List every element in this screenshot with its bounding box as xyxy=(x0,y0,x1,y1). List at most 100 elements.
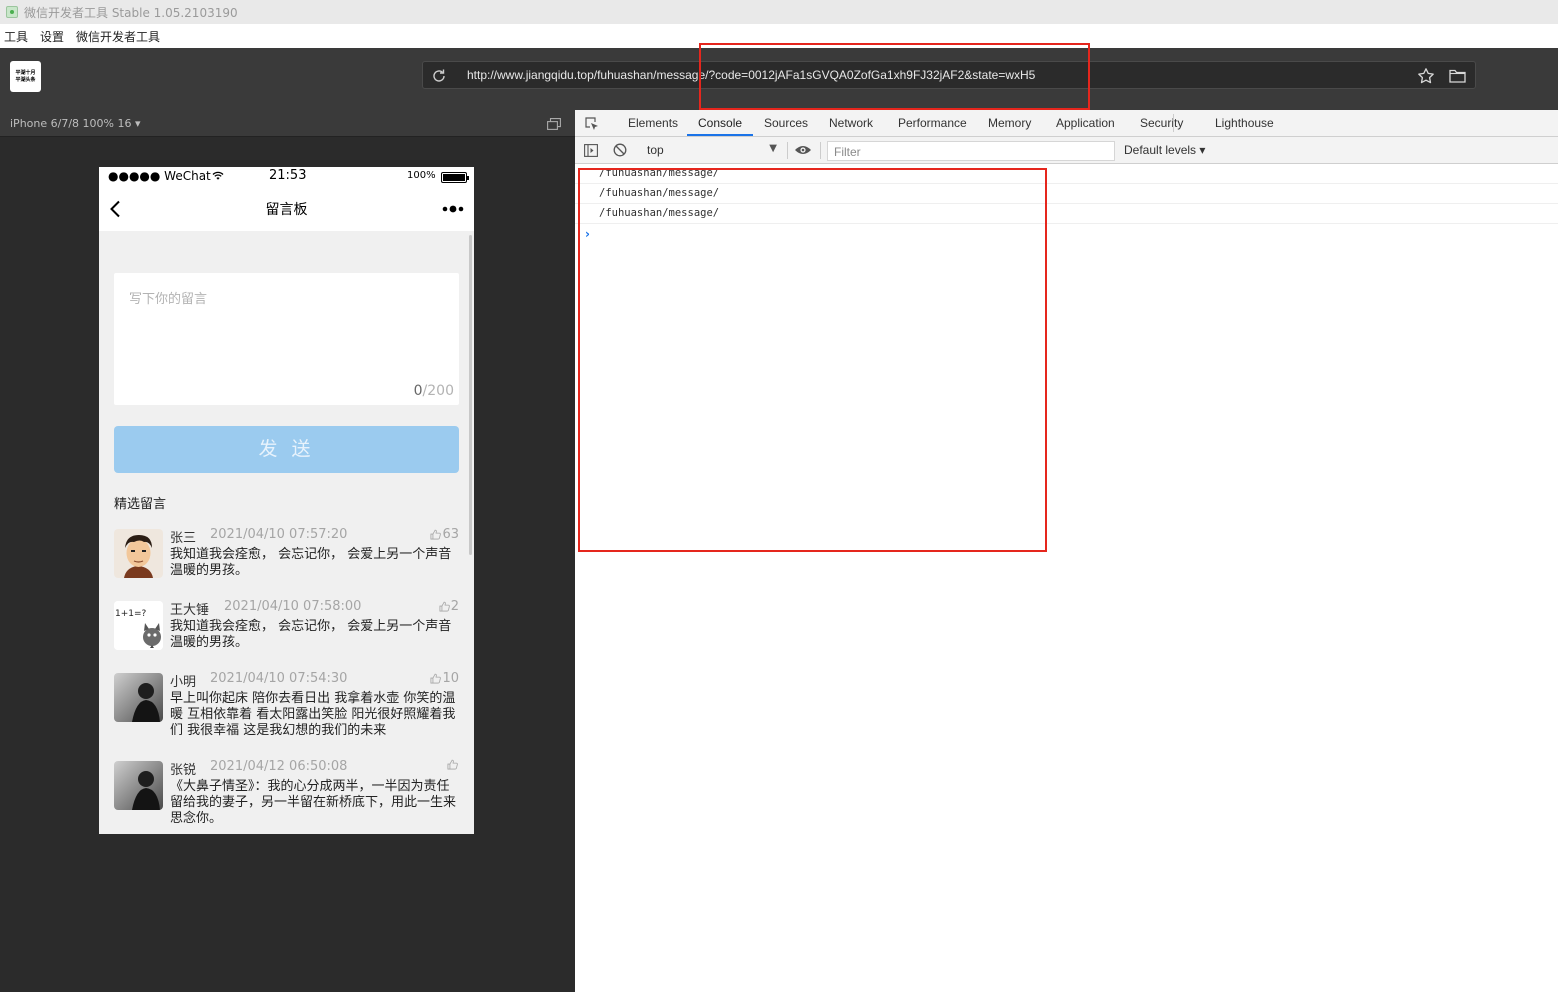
comment-text: 早上叫你起床 陪你去看日出 我拿着水壶 你笑的温暖 互相依靠着 看太阳露出笑脸 … xyxy=(170,691,456,738)
popout-icon[interactable] xyxy=(547,118,561,130)
active-tab-indicator xyxy=(687,134,753,136)
chevron-down-icon: ▼ xyxy=(769,143,777,154)
comment-text: 我知道我会痊愈， 会忘记你， 会爱上另一个声音温暖的男孩。 xyxy=(170,547,452,578)
avatar[interactable] xyxy=(114,673,163,722)
console-prompt[interactable]: › xyxy=(585,227,590,241)
comment-author: 张三 xyxy=(170,531,197,546)
context-selector[interactable]: top ▼ xyxy=(639,141,779,160)
avatar[interactable]: 1+1=? xyxy=(114,601,163,650)
tab-application[interactable]: Application xyxy=(1056,116,1115,130)
simulator-toolbar: iPhone 6/7/8 100% 16 ▾ xyxy=(0,110,575,137)
like-count: 10 xyxy=(442,671,459,686)
log-text: /fuhuashan/message/ xyxy=(599,207,720,219)
device-selector[interactable]: iPhone 6/7/8 100% 16 ▾ xyxy=(10,117,141,130)
dark-photo-avatar-icon xyxy=(114,673,163,722)
like-button[interactable]: 10 xyxy=(430,671,459,686)
tab-elements[interactable]: Elements xyxy=(628,116,678,130)
status-time: 21:53 xyxy=(269,168,307,183)
like-button[interactable] xyxy=(447,759,459,770)
menu-tools[interactable]: 工具 xyxy=(4,28,28,45)
menu-settings[interactable]: 设置 xyxy=(40,28,64,45)
devtools-tab-bar: Elements Console Sources Network Perform… xyxy=(575,110,1558,137)
tab-memory[interactable]: Memory xyxy=(988,116,1031,130)
inspect-element-icon[interactable] xyxy=(584,116,600,132)
comment-item: 小明 2021/04/10 07:54:30 10 早上叫你起床 陪你去看日出 … xyxy=(114,671,459,749)
comment-time: 2021/04/12 06:50:08 xyxy=(210,759,348,774)
thumbs-up-icon xyxy=(439,601,450,612)
logo-line-2: 平湖头条 xyxy=(15,76,36,83)
title-bar: 微信开发者工具 Stable 1.05.2103190 xyxy=(0,0,1558,24)
filter-input[interactable]: Filter xyxy=(827,141,1115,161)
toolbar-divider xyxy=(787,142,788,159)
message-placeholder: 写下你的留言 xyxy=(129,292,208,307)
avatar[interactable] xyxy=(114,529,163,578)
like-count: 2 xyxy=(450,599,459,614)
filter-placeholder: Filter xyxy=(834,145,861,159)
tab-sources[interactable]: Sources xyxy=(764,116,808,130)
like-button[interactable]: 2 xyxy=(439,599,459,614)
comment-item: 张锐 2021/04/12 06:50:08 《大鼻子情圣》：我的心分成两半，一… xyxy=(114,759,459,834)
project-logo[interactable]: 平湖十月 平湖头条 xyxy=(10,61,41,92)
featured-comments-title: 精选留言 xyxy=(114,497,167,512)
phone-screen: ●●●●● WeChat 21:53 100% 留言板 写下你的留言 0/200… xyxy=(99,167,474,834)
comment-author: 王大锤 xyxy=(170,603,210,618)
eye-icon[interactable] xyxy=(794,144,812,156)
toolbar: 平湖十月 平湖头条 http://www.jiangqidu.top/fuhua… xyxy=(0,48,1558,110)
console-log-row: /fuhuashan/message/ xyxy=(575,164,1558,184)
tab-network[interactable]: Network xyxy=(829,116,873,130)
comment-item: 1+1=? 王大锤 2021/04/10 07:58:00 2 我知道我会痊愈，… xyxy=(114,599,459,661)
battery-percent: 100% xyxy=(407,170,436,181)
cartoon-boy-avatar-icon xyxy=(114,529,163,578)
avatar-caption: 1+1=? xyxy=(115,609,147,619)
devtools-window: 微信开发者工具 Stable 1.05.2103190 工具 设置 微信开发者工… xyxy=(0,0,1558,992)
comment-text: 《大鼻子情圣》：我的心分成两半，一半因为责任留给我的妻子，另一半留在新桥底下，用… xyxy=(170,779,457,826)
folder-icon[interactable] xyxy=(1449,68,1466,83)
thumbs-up-icon xyxy=(430,529,442,540)
tab-console[interactable]: Console xyxy=(698,116,742,130)
comment-author: 张锐 xyxy=(170,763,197,778)
context-value: top xyxy=(647,143,664,157)
console-toolbar: top ▼ Filter Default levels ▾ xyxy=(575,137,1558,164)
tab-performance[interactable]: Performance xyxy=(898,116,967,130)
cat-math-avatar-icon: 1+1=? xyxy=(114,601,163,650)
log-levels-dropdown[interactable]: Default levels ▾ xyxy=(1124,143,1205,157)
comment-time: 2021/04/10 07:58:00 xyxy=(224,599,362,614)
address-bar[interactable]: http://www.jiangqidu.top/fuhuashan/messa… xyxy=(422,61,1476,89)
like-button[interactable]: 63 xyxy=(430,527,459,542)
app-icon xyxy=(6,6,18,18)
char-counter: 0/200 xyxy=(413,383,454,399)
window-title: 微信开发者工具 Stable 1.05.2103190 xyxy=(24,5,238,20)
url-text[interactable]: http://www.jiangqidu.top/fuhuashan/messa… xyxy=(467,68,1035,82)
console-log-row: /fuhuashan/message/ xyxy=(575,184,1558,204)
thumbs-up-icon xyxy=(447,759,458,770)
menu-wechat-devtools[interactable]: 微信开发者工具 xyxy=(76,28,160,45)
more-dots-icon[interactable] xyxy=(442,205,464,213)
comment-time: 2021/04/10 07:57:20 xyxy=(210,527,348,542)
log-text: /fuhuashan/message/ xyxy=(599,187,720,199)
comment-item: 张三 2021/04/10 07:57:20 63 我知道我会痊愈， 会忘记你，… xyxy=(114,527,459,589)
clear-console-icon[interactable] xyxy=(613,143,627,157)
tab-divider xyxy=(1173,114,1174,132)
menu-bar: 工具 设置 微信开发者工具 xyxy=(0,24,1558,48)
reload-icon[interactable] xyxy=(431,68,447,84)
tab-lighthouse[interactable]: Lighthouse xyxy=(1215,116,1274,130)
tab-security[interactable]: Security xyxy=(1140,116,1183,130)
toolbar-divider xyxy=(820,142,821,159)
phone-status-bar: ●●●●● WeChat 21:53 100% xyxy=(99,167,474,187)
star-icon[interactable] xyxy=(1417,67,1435,85)
comment-text: 我知道我会痊愈， 会忘记你， 会爱上另一个声音温暖的男孩。 xyxy=(170,619,452,650)
scrollbar[interactable] xyxy=(469,235,472,555)
devtools-panel: Elements Console Sources Network Perform… xyxy=(575,110,1558,992)
carrier-label: ●●●●● WeChat xyxy=(108,169,224,183)
send-button[interactable]: 发 送 xyxy=(114,426,459,473)
message-input[interactable]: 写下你的留言 0/200 xyxy=(114,273,459,405)
like-count: 63 xyxy=(442,527,459,542)
log-text: /fuhuashan/message/ xyxy=(599,167,720,179)
avatar[interactable] xyxy=(114,761,163,810)
logo-line-1: 平湖十月 xyxy=(15,69,36,76)
comment-time: 2021/04/10 07:54:30 xyxy=(210,671,348,686)
battery-fill xyxy=(443,174,465,181)
thumbs-up-icon xyxy=(430,673,442,684)
dark-photo-avatar-icon xyxy=(114,761,163,810)
show-sidebar-icon[interactable] xyxy=(584,144,598,157)
